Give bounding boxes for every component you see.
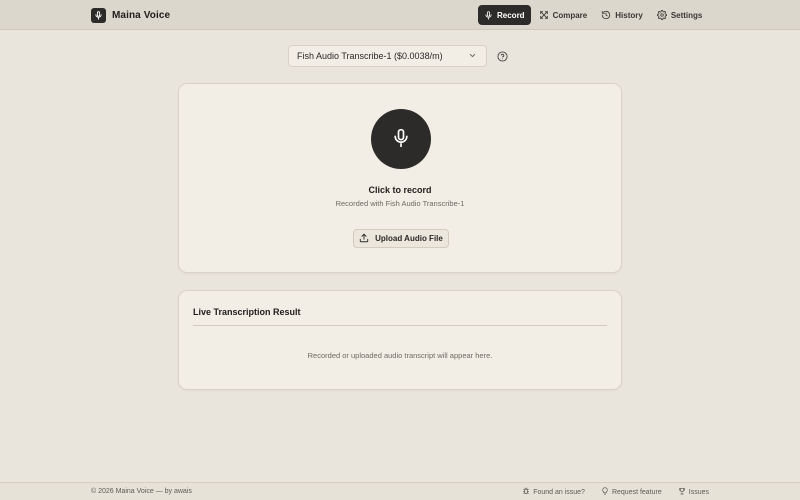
issues-link[interactable]: Issues (678, 487, 709, 497)
result-divider (193, 325, 607, 326)
request-feature-link[interactable]: Request feature (601, 487, 662, 497)
upload-audio-label: Upload Audio File (375, 234, 443, 243)
upload-audio-button[interactable]: Upload Audio File (353, 229, 449, 248)
model-select[interactable]: Fish Audio Transcribe-1 ($0.0038/m) (288, 45, 487, 67)
found-issue-link[interactable]: Found an issue? (522, 487, 585, 497)
record-button[interactable] (371, 109, 431, 169)
record-title: Click to record (368, 185, 432, 195)
lightbulb-icon (601, 487, 609, 497)
nav-compare-label: Compare (552, 10, 588, 20)
copyright: © 2026 Maina Voice — by awais (91, 488, 192, 495)
main-nav: Record Compare History Settings (478, 5, 708, 25)
record-card: Click to record Recorded with Fish Audio… (178, 83, 622, 273)
nav-history[interactable]: History (595, 5, 649, 25)
gear-icon (656, 10, 667, 20)
result-placeholder: Recorded or uploaded audio transcript wi… (307, 351, 493, 360)
issues-label: Issues (688, 488, 709, 496)
chevron-down-icon (468, 51, 477, 62)
compare-icon (539, 10, 549, 20)
nav-settings[interactable]: Settings (651, 5, 709, 25)
nav-record-label: Record (497, 10, 525, 20)
history-icon (601, 10, 611, 20)
model-select-value: Fish Audio Transcribe-1 ($0.0038/m) (297, 51, 443, 61)
bug-icon (522, 487, 530, 497)
found-issue-label: Found an issue? (533, 488, 585, 496)
mic-icon (391, 127, 411, 152)
brand[interactable]: Maina Voice (91, 7, 170, 23)
transcription-result-card: Live Transcription Result Recorded or up… (178, 290, 622, 390)
nav-record[interactable]: Record (478, 5, 531, 25)
result-title: Live Transcription Result (193, 307, 301, 317)
app-name: Maina Voice (112, 9, 171, 21)
nav-settings-label: Settings (670, 10, 703, 20)
upload-icon (359, 233, 369, 245)
top-header: Maina Voice Record Compare History Setti… (0, 0, 800, 30)
footer: © 2026 Maina Voice — by awais Found an i… (0, 482, 800, 500)
footer-links: Found an issue? Request feature Issues (522, 487, 709, 497)
record-subtitle: Recorded with Fish Audio Transcribe-1 (335, 199, 465, 208)
nav-history-label: History (615, 10, 643, 20)
model-select-row: Fish Audio Transcribe-1 ($0.0038/m) (288, 45, 508, 67)
mic-icon (91, 7, 106, 23)
mic-icon (484, 10, 493, 20)
help-circle-icon[interactable] (496, 50, 508, 62)
request-feature-label: Request feature (611, 488, 662, 496)
nav-compare[interactable]: Compare (533, 5, 594, 25)
trophy-icon (678, 487, 686, 497)
